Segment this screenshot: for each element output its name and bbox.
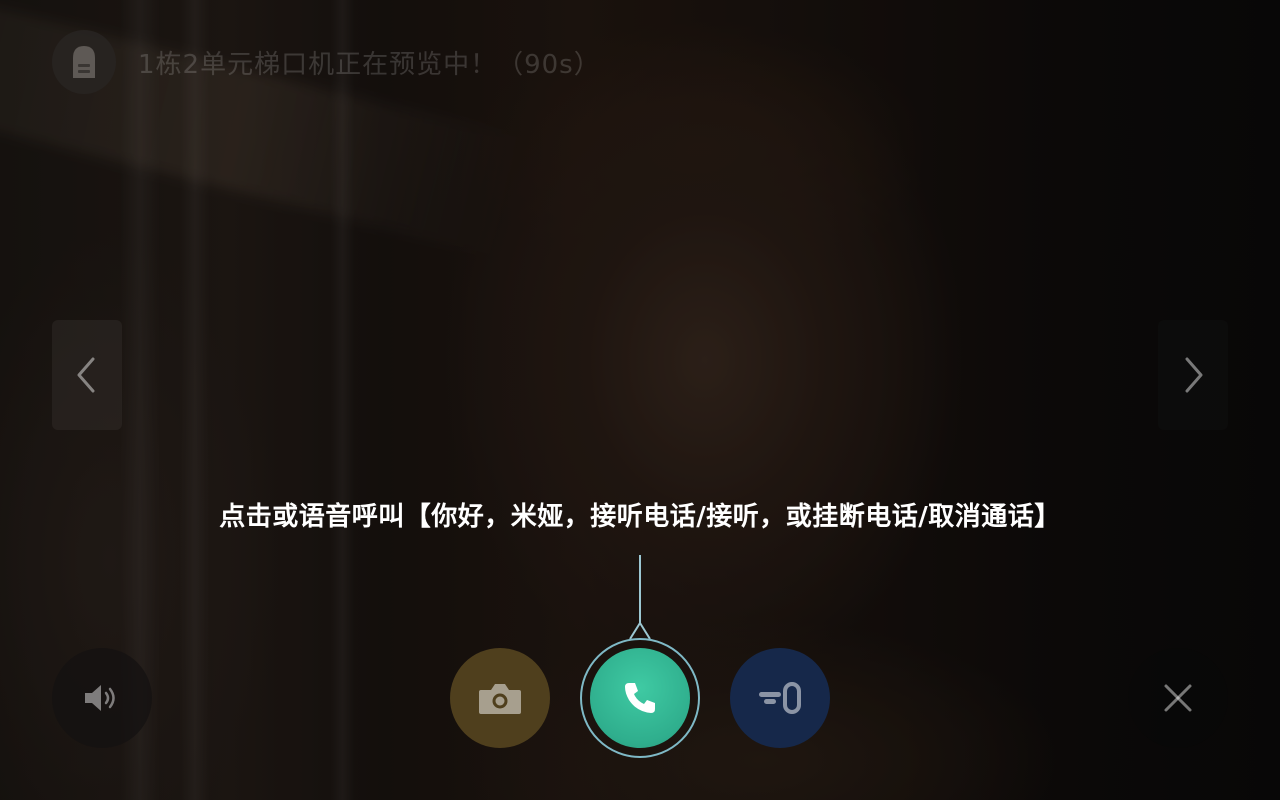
- preview-status-text: 1栋2单元梯口机正在预览中！（90s）: [138, 49, 601, 80]
- answer-call-button[interactable]: [590, 648, 690, 748]
- chevron-right-icon: [1185, 357, 1203, 393]
- key-icon: [759, 682, 801, 714]
- unlock-door-button[interactable]: [730, 648, 830, 748]
- voice-command-hint: 点击或语音呼叫【你好，米娅，接听电话/接听，或挂断电话/取消通话】: [219, 502, 1061, 532]
- volume-button[interactable]: [52, 648, 152, 748]
- close-preview-button[interactable]: [1128, 648, 1228, 748]
- snapshot-button[interactable]: [450, 648, 550, 748]
- answer-call-button-ring: [580, 638, 700, 758]
- intercom-preview-screen: 1栋2单元梯口机正在预览中！（90s） 点击或语音呼叫【你好，米娅，接听电话/接…: [0, 0, 1280, 800]
- chevron-left-icon: [77, 357, 95, 393]
- next-device-button[interactable]: [1158, 320, 1228, 430]
- camera-icon: [479, 684, 521, 714]
- speaker-icon: [85, 685, 115, 711]
- preview-status-bar: 1栋2单元梯口机正在预览中！（90s）: [52, 30, 601, 94]
- phone-icon: [625, 683, 655, 713]
- close-icon: [1164, 684, 1192, 712]
- door-panel-icon: [52, 30, 116, 94]
- previous-device-button[interactable]: [52, 320, 122, 430]
